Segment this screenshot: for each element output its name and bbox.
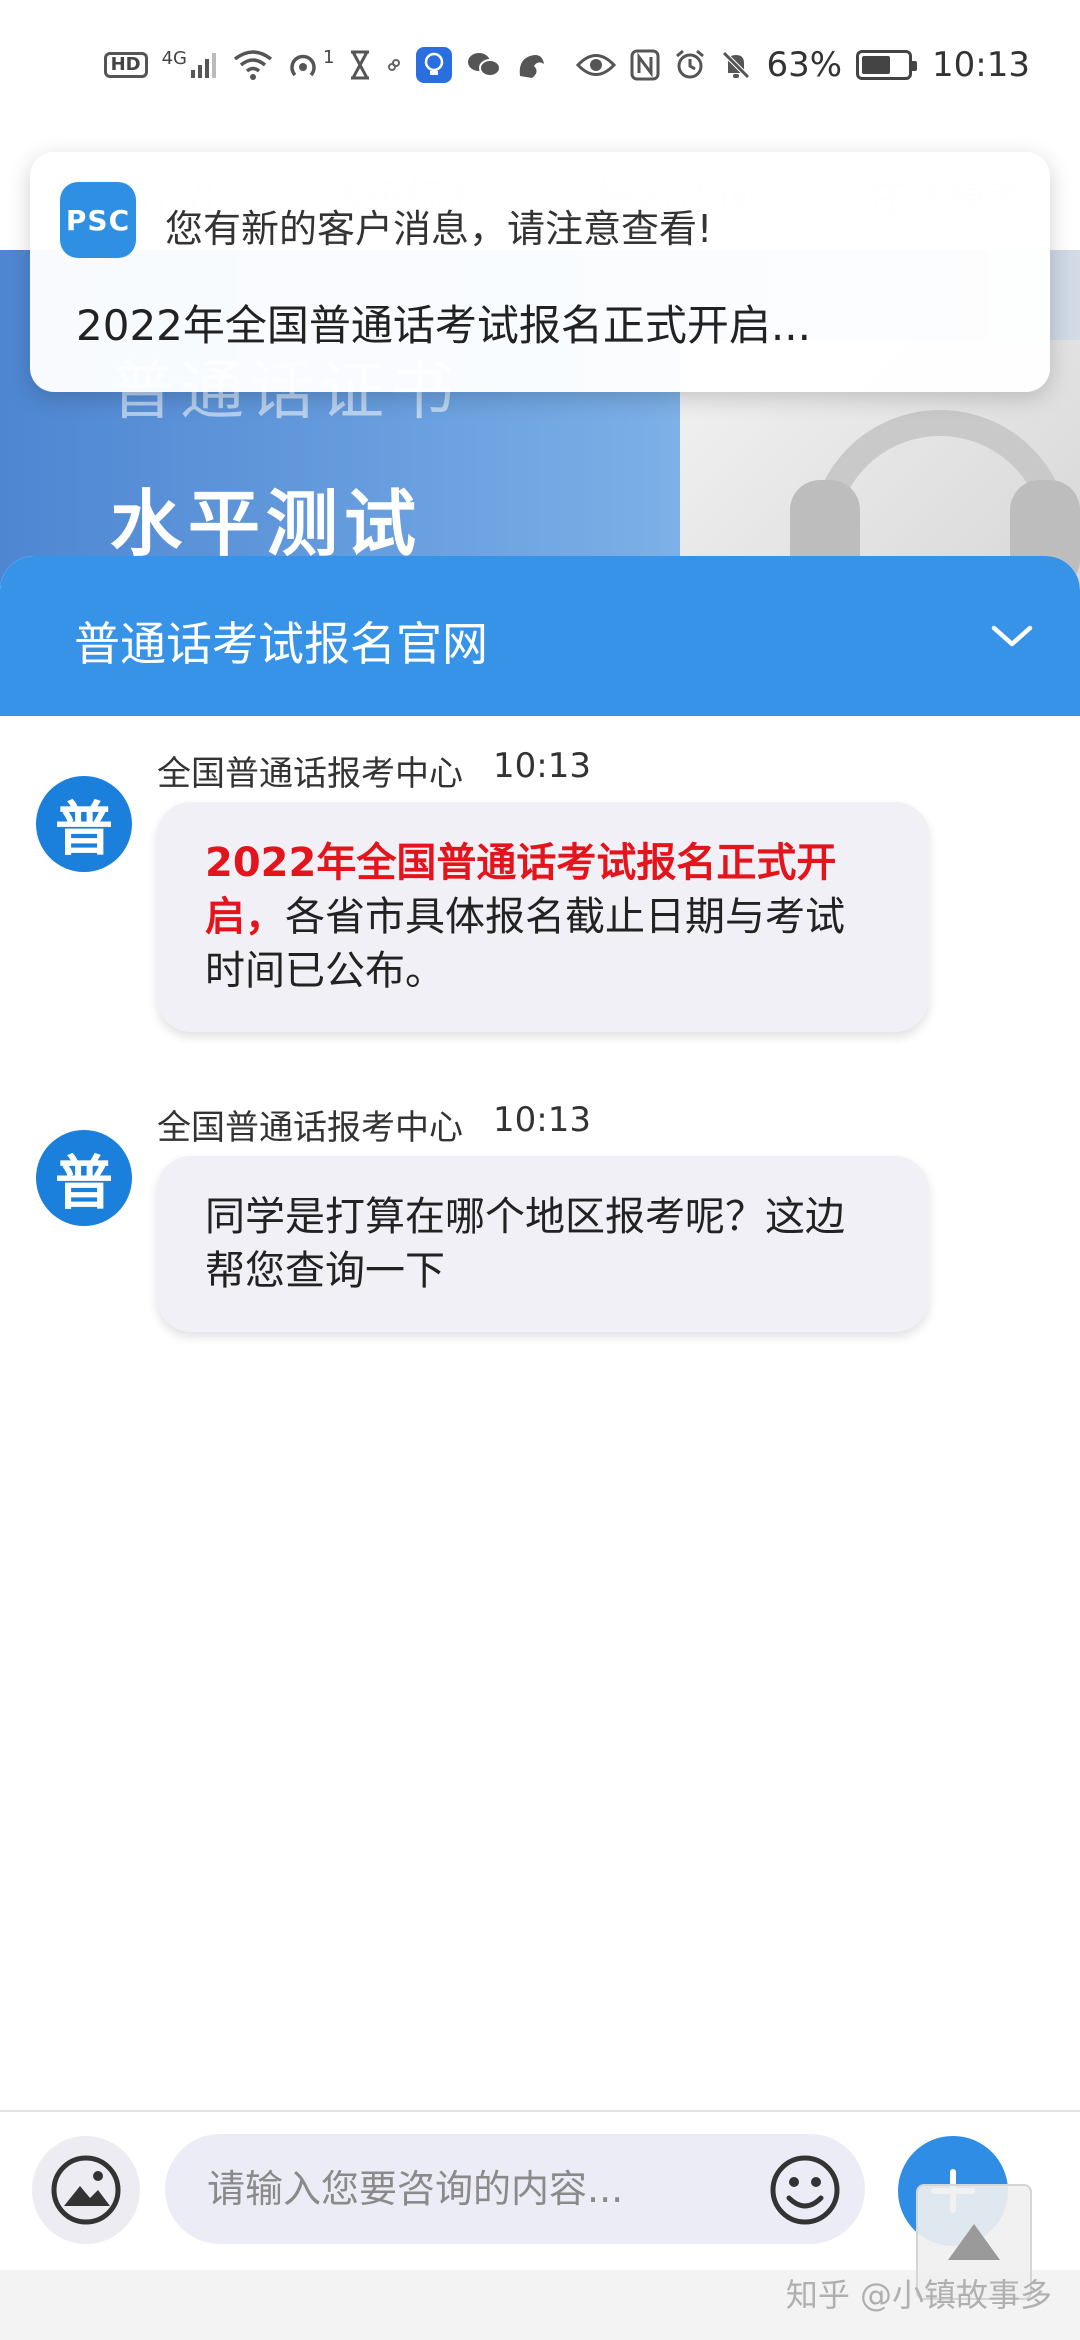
chevron-down-icon [991, 625, 1033, 647]
wifi-icon [233, 49, 273, 81]
notification-card[interactable]: PSC 您有新的客户消息，请注意查看! 2022年全国普通话考试报名正式开启..… [30, 152, 1050, 392]
eye-icon [576, 52, 617, 78]
chat-message: 普 全国普通话报考中心 10:13 2022年全国普通话考试报名正式开启，各省市… [0, 746, 1080, 1032]
mute-icon [720, 49, 752, 81]
psc-logo: PSC [60, 182, 136, 258]
avatar: 普 [36, 1130, 132, 1226]
link-icon [386, 57, 402, 73]
clock: 10:13 [932, 45, 1030, 85]
watermark: 知乎 @小镇故事多 [785, 2276, 1052, 2314]
message-text: 各省市具体报名截止日期与考试时间已公布。 [205, 894, 845, 994]
message-bubble: 2022年全国普通话考试报名正式开启，各省市具体报名截止日期与考试时间已公布。 [157, 802, 929, 1032]
smile-icon [770, 2155, 840, 2225]
image-button[interactable] [32, 2136, 140, 2244]
message-time: 10:13 [493, 1100, 591, 1140]
sim-number: 1 [322, 47, 335, 68]
chat-title: 普通话考试报名官网 [74, 617, 488, 671]
battery-percent: 63% [766, 45, 843, 85]
app-notification-icon [416, 47, 453, 83]
collapse-button[interactable] [982, 606, 1042, 666]
battery-icon [856, 50, 918, 80]
message-meta: 全国普通话报考中心 10:13 [157, 1100, 591, 1149]
signal-icon: 4G [162, 50, 219, 80]
hourglass-icon [348, 50, 372, 80]
message-input-field[interactable] [165, 2134, 865, 2244]
chat-header: 普通话考试报名官网 [0, 556, 1080, 716]
wechat-icon [466, 50, 502, 80]
sender-name: 全国普通话报考中心 [157, 754, 463, 794]
avatar: 普 [36, 776, 132, 872]
squirrel-icon [516, 50, 548, 80]
battery-fill [862, 56, 890, 74]
nfc-icon [630, 49, 660, 81]
banner-title: 水平测试 [110, 482, 423, 566]
hd-icon: HD [103, 52, 148, 78]
message-meta: 全国普通话报考中心 10:13 [157, 746, 591, 795]
message-time: 10:13 [493, 746, 591, 786]
status-bar: HD 4G 1 63% 10:13 [0, 0, 1080, 130]
emoji-button[interactable] [767, 2152, 843, 2228]
arrow-up-icon [948, 2224, 1000, 2260]
hotspot-icon: 1 [287, 49, 334, 81]
message-bubble: 同学是打算在哪个地区报考呢？这边帮您查询一下 [157, 1156, 929, 1332]
notification-body: 2022年全国普通话考试报名正式开启... [76, 301, 811, 350]
image-icon [51, 2155, 121, 2225]
sender-name: 全国普通话报考中心 [157, 1108, 463, 1148]
alarm-icon [674, 49, 706, 81]
network-type: 4G [161, 48, 187, 69]
notification-title: 您有新的客户消息，请注意查看! [165, 207, 713, 251]
message-text: 同学是打算在哪个地区报考呢？这边帮您查询一下 [205, 1194, 845, 1294]
message-input[interactable] [207, 2156, 767, 2222]
chat-message: 普 全国普通话报考中心 10:13 同学是打算在哪个地区报考呢？这边帮您查询一下 [0, 1100, 1080, 1332]
chat-panel: 普通话考试报名官网 普 全国普通话报考中心 10:13 2022年全国普通话考试… [0, 556, 1080, 2340]
